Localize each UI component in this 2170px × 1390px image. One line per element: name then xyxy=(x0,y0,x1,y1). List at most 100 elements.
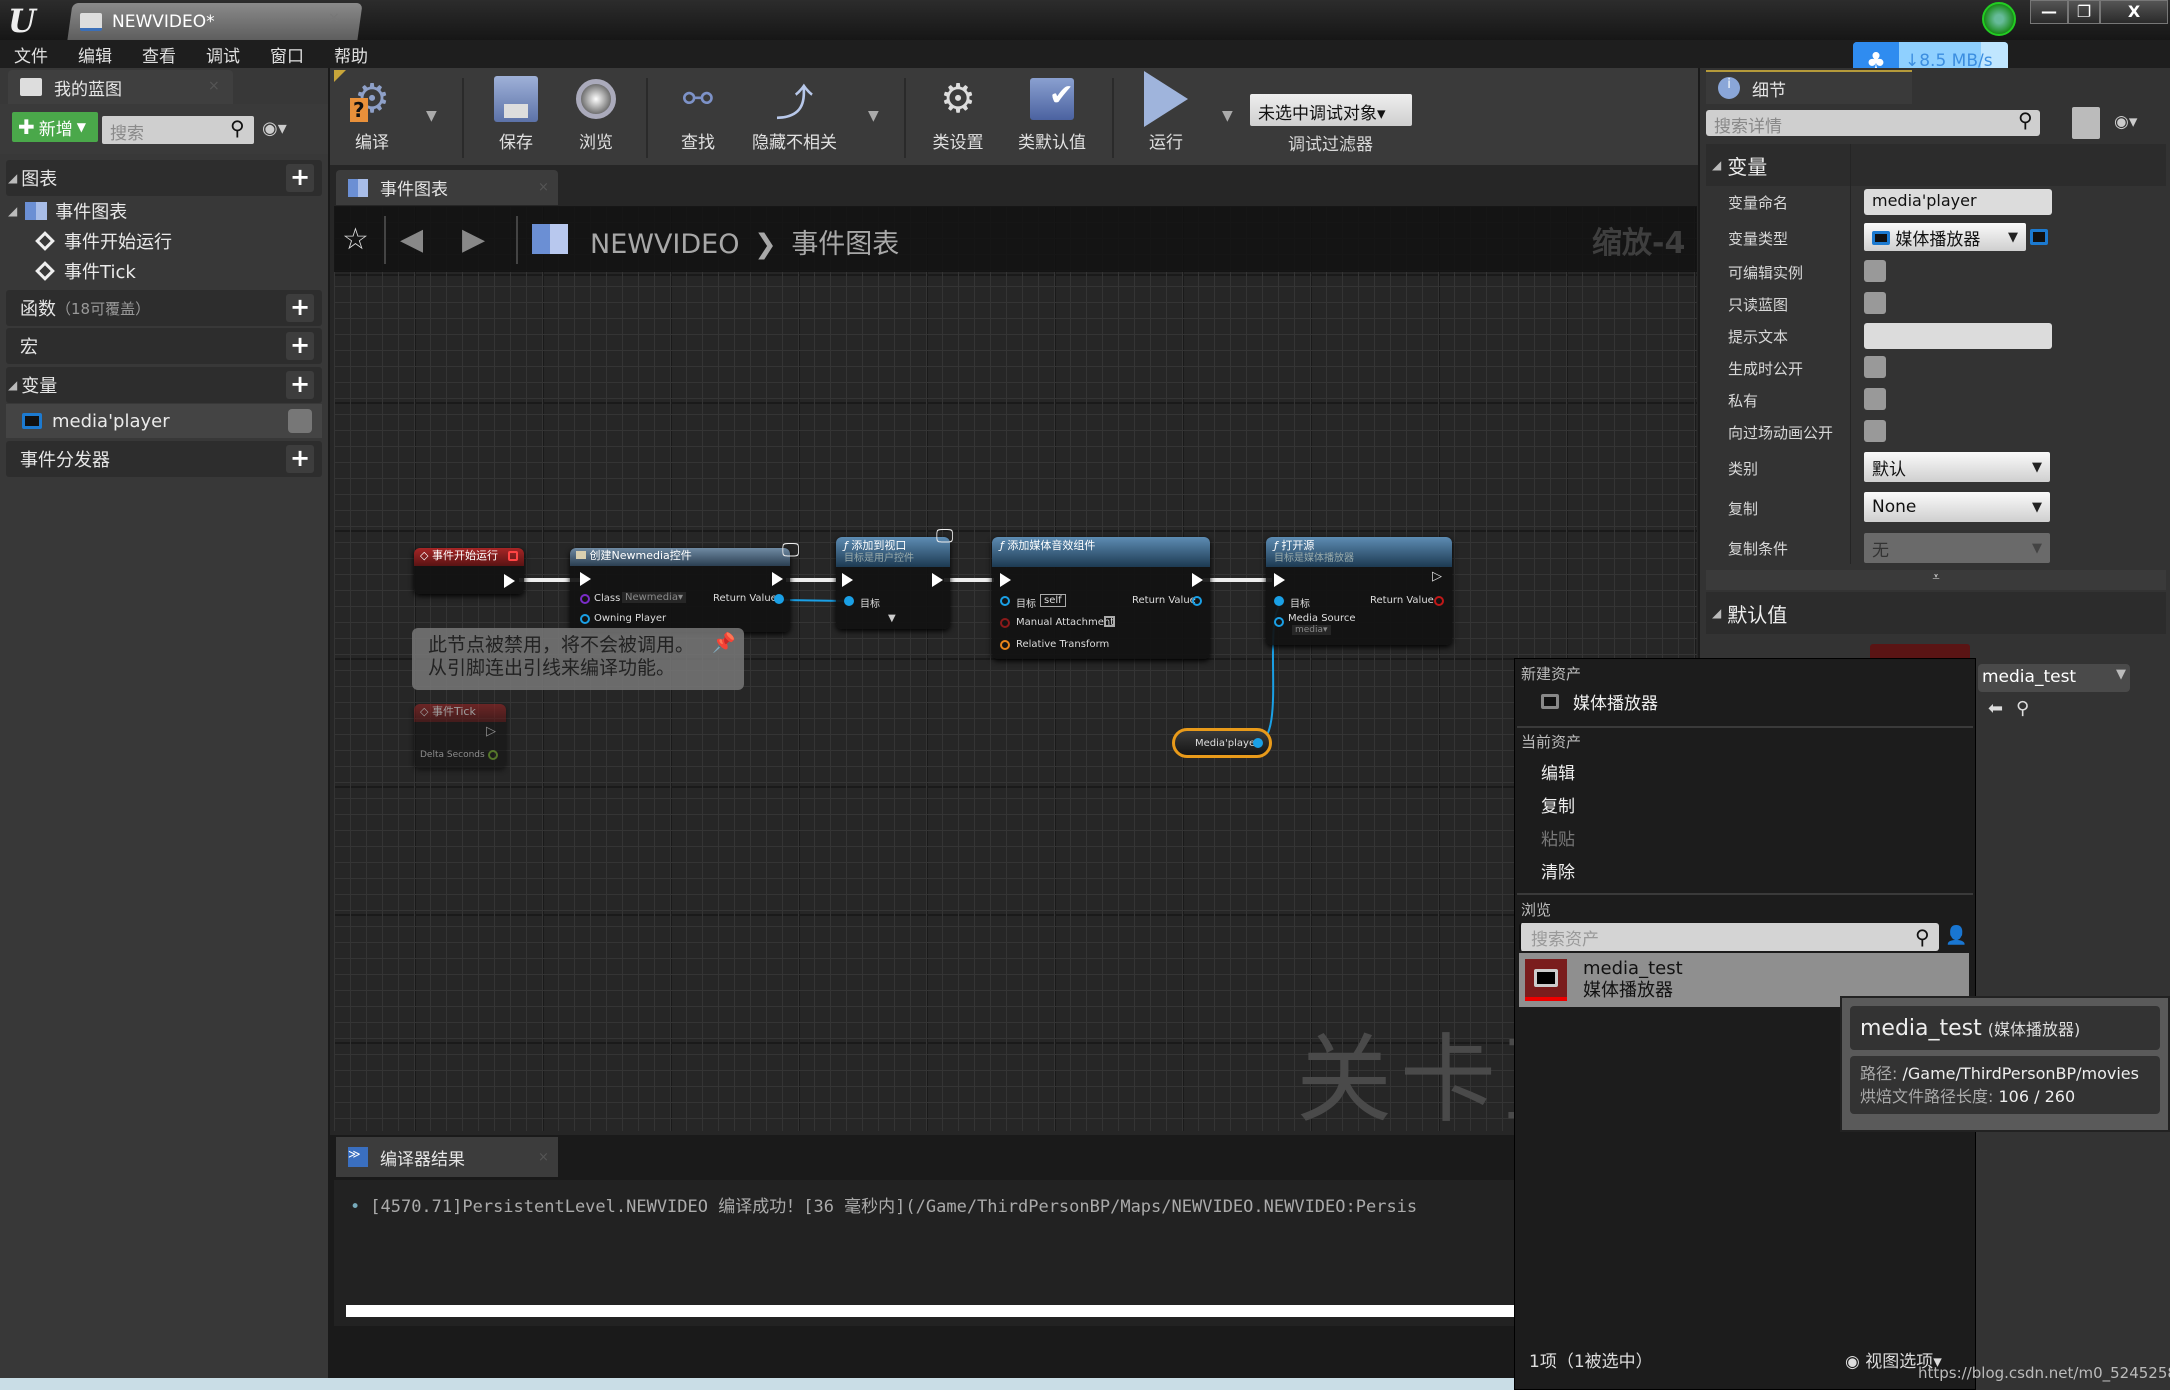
play-options-dropdown[interactable]: ▼ xyxy=(1222,108,1233,124)
tooltip-input[interactable] xyxy=(1864,323,2052,349)
property-matrix-button[interactable] xyxy=(2072,107,2100,139)
compiler-results-tab[interactable]: ≫ 编译器结果 xyxy=(336,1137,558,1177)
favorite-star-icon[interactable]: ☆ xyxy=(342,222,369,257)
exec-in-pin[interactable] xyxy=(580,572,591,586)
save-button[interactable]: 保存 xyxy=(488,72,544,153)
section-dispatchers[interactable]: 事件分发器 + xyxy=(6,441,322,477)
exec-in-pin[interactable] xyxy=(1000,573,1011,587)
expand-arrow-icon[interactable]: ▼ xyxy=(888,613,896,624)
hide-unrelated-button[interactable]: ⤴ 隐藏不相关 xyxy=(752,72,837,154)
tree-item-event-graph[interactable]: ◢ 事件图表 xyxy=(8,196,127,226)
variable-visibility-eye-icon[interactable] xyxy=(288,409,312,433)
section-functions[interactable]: 函数 （18可覆盖） + xyxy=(6,290,322,326)
menu-debug[interactable]: 调试 xyxy=(206,42,240,67)
section-variables[interactable]: ◢ 变量 + xyxy=(6,367,322,403)
manual-attachment-pin[interactable] xyxy=(1000,618,1010,628)
node-event-tick[interactable]: ◇ 事件Tick ▷ Delta Seconds xyxy=(414,704,506,768)
menu-edit[interactable]: 编辑 xyxy=(78,42,112,67)
exec-in-pin[interactable] xyxy=(842,573,853,587)
node-create-widget[interactable]: 创建Newmedia控件 Class Newmedia▾ Owning Play… xyxy=(570,548,790,632)
close-button[interactable]: X xyxy=(2100,0,2168,24)
view-options-eye-icon[interactable]: ◉▾ xyxy=(262,118,287,139)
target-pin[interactable] xyxy=(1000,596,1010,606)
owning-player-pin[interactable] xyxy=(580,614,590,624)
exec-out-pin[interactable]: ▷ xyxy=(486,724,496,739)
default-asset-select[interactable]: media_test ▼ xyxy=(1978,664,2130,692)
class-select[interactable]: Newmedia▾ xyxy=(622,592,686,603)
section-macros[interactable]: 宏 + xyxy=(6,328,322,364)
node-add-to-viewport[interactable]: ƒ 添加到视口 目标是用户控件 目标 ▼ xyxy=(836,537,950,629)
node-media-player-getter[interactable]: Media'player xyxy=(1172,728,1272,758)
delegate-pin[interactable] xyxy=(508,551,518,561)
search-icon[interactable]: ⚲ xyxy=(1915,925,1930,949)
target-pin[interactable] xyxy=(1274,596,1284,606)
search-icon[interactable]: ⚲ xyxy=(2018,108,2033,132)
compiler-tab-close[interactable]: × xyxy=(538,1150,549,1165)
my-blueprint-tab[interactable]: 我的蓝图 xyxy=(8,70,233,104)
return-value-pin[interactable] xyxy=(1192,596,1202,606)
minimize-button[interactable]: — xyxy=(2030,0,2068,24)
my-blueprint-tab-close[interactable]: × xyxy=(208,78,220,94)
add-function-button[interactable]: + xyxy=(286,294,314,322)
exec-out-pin[interactable] xyxy=(504,574,515,588)
delta-seconds-pin[interactable] xyxy=(488,750,498,760)
browse-asset-icon[interactable]: ⚲ xyxy=(2016,698,2029,719)
menu-help[interactable]: 帮助 xyxy=(334,42,368,67)
copy-menu-item[interactable]: 复制 xyxy=(1541,792,1575,817)
asset-search-input[interactable]: 搜索资产 xyxy=(1519,923,1939,951)
compile-button[interactable]: ⚙? 编译 xyxy=(344,72,400,153)
instance-editable-checkbox[interactable] xyxy=(1864,260,1886,282)
manual-attachment-checkbox[interactable] xyxy=(1104,616,1115,627)
class-settings-button[interactable]: ⚙ 类设置 xyxy=(930,72,986,153)
find-button[interactable]: ⚯ 查找 xyxy=(670,72,726,154)
breadcrumb-leaf[interactable]: 事件图表 xyxy=(791,229,899,260)
target-pin[interactable] xyxy=(844,596,854,606)
add-new-button[interactable]: ✚ 新增 ▼ xyxy=(12,112,98,142)
edit-menu-item[interactable]: 编辑 xyxy=(1541,759,1575,784)
media-source-pin[interactable] xyxy=(1274,617,1284,627)
details-section-variable[interactable]: ◢ 变量 xyxy=(1706,144,2166,186)
restore-button[interactable]: ❐ xyxy=(2068,0,2100,24)
node-event-begin-play[interactable]: ◇ 事件开始运行 xyxy=(414,548,524,594)
exec-out-pin[interactable] xyxy=(772,572,783,586)
advanced-expander[interactable]: ⩡ xyxy=(1706,570,2166,590)
play-button[interactable]: 运行 xyxy=(1138,71,1194,153)
variable-item-media-player[interactable]: media'player xyxy=(6,404,322,438)
compile-options-dropdown[interactable]: ▼ xyxy=(426,108,437,124)
search-icon[interactable]: ⚲ xyxy=(230,116,245,140)
breadcrumb-root[interactable]: NEWVIDEO xyxy=(590,229,740,260)
add-macro-button[interactable]: + xyxy=(286,332,314,360)
section-graphs[interactable]: ◢ 图表 + xyxy=(6,160,322,196)
expose-cinematics-checkbox[interactable] xyxy=(1864,420,1886,442)
compiler-horizontal-scrollbar[interactable] xyxy=(346,1305,1516,1317)
category-select[interactable]: 默认 ▼ xyxy=(1864,452,2050,482)
exec-out-pin[interactable] xyxy=(1192,573,1203,587)
hide-unrelated-dropdown[interactable]: ▼ xyxy=(868,108,879,124)
expose-on-spawn-checkbox[interactable] xyxy=(1864,356,1886,378)
media-source-select[interactable]: media▾ xyxy=(1292,625,1331,635)
return-value-pin[interactable] xyxy=(774,594,784,604)
private-checkbox[interactable] xyxy=(1864,388,1886,410)
document-tab-close-button[interactable]: × xyxy=(328,10,340,26)
exec-out-pin-hollow[interactable]: ▷ xyxy=(1432,569,1442,584)
self-value[interactable]: self xyxy=(1040,594,1066,607)
clear-menu-item[interactable]: 清除 xyxy=(1541,858,1575,883)
back-arrow-icon[interactable]: ◀ xyxy=(400,222,423,257)
details-section-default-value[interactable]: ◢ 默认值 xyxy=(1706,592,2166,634)
document-tab-content[interactable]: NEWVIDEO* xyxy=(80,6,350,38)
event-graph-tab[interactable]: 事件图表 xyxy=(336,170,558,205)
relative-transform-pin[interactable] xyxy=(1000,640,1010,650)
tree-item-event-tick[interactable]: 事件Tick xyxy=(35,256,136,286)
exec-out-pin[interactable] xyxy=(932,573,943,587)
browse-button[interactable]: 浏览 xyxy=(568,72,624,153)
tray-shield-icon[interactable] xyxy=(1982,2,2016,36)
debug-object-select[interactable]: 未选中调试对象▾ xyxy=(1250,94,1412,126)
class-defaults-button[interactable]: ✔ 类默认值 xyxy=(1018,72,1086,153)
forward-arrow-icon[interactable]: ▶ xyxy=(462,222,485,257)
tree-item-event-begin-play[interactable]: 事件开始运行 xyxy=(35,226,172,256)
exec-in-pin[interactable] xyxy=(1274,573,1285,587)
getter-output-pin[interactable] xyxy=(1253,738,1263,748)
variable-name-input[interactable]: media'player xyxy=(1864,189,2052,215)
new-media-player-item[interactable]: 媒体播放器 xyxy=(1541,689,1658,714)
pin-icon[interactable]: 📌 xyxy=(712,632,736,655)
